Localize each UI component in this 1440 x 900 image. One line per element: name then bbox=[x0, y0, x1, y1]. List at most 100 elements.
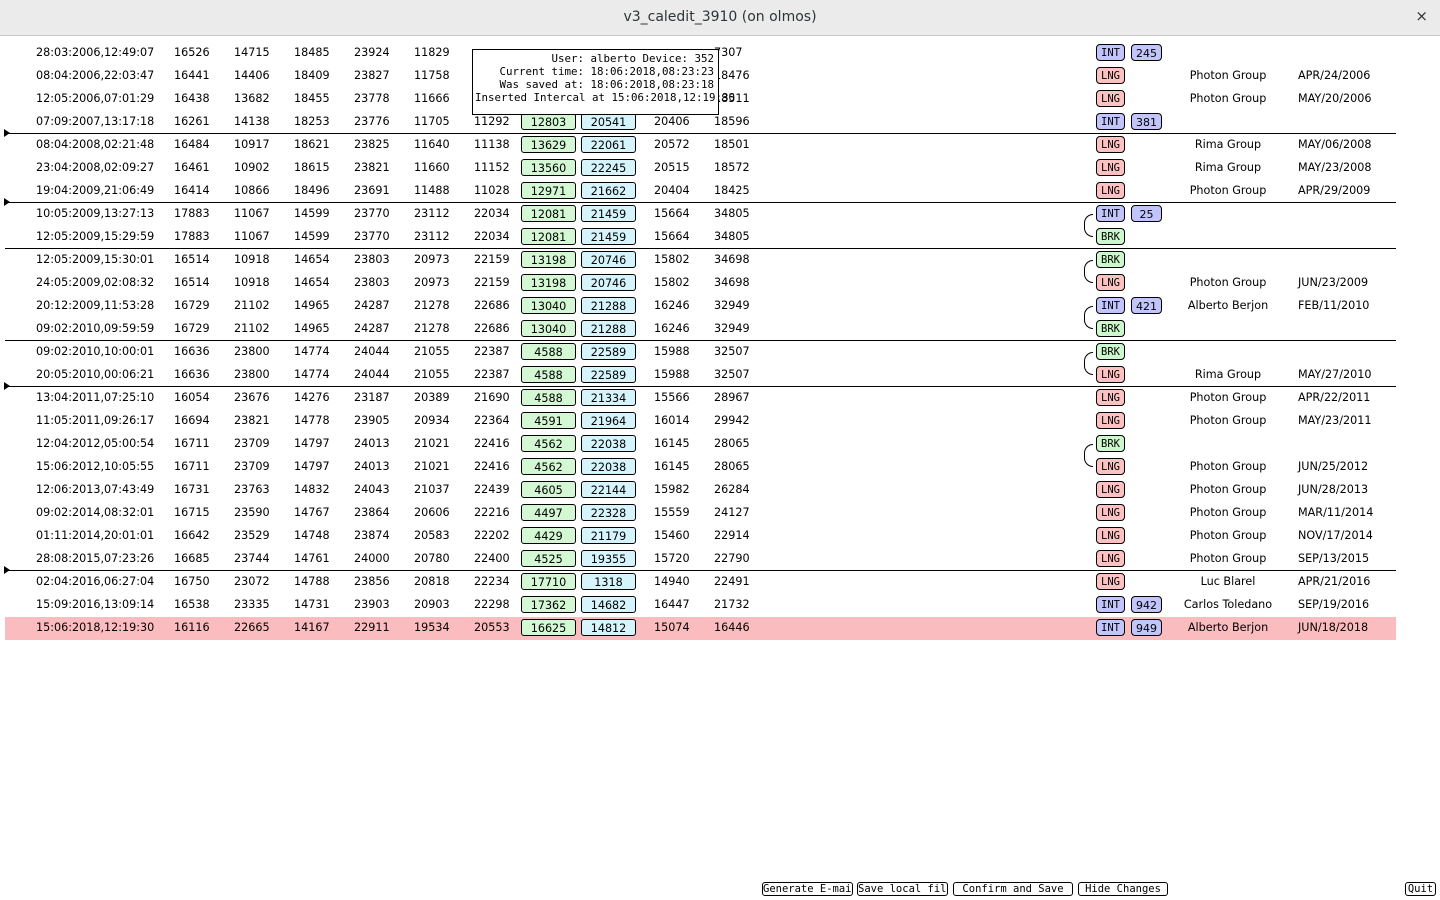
green-value-box[interactable]: 4591 bbox=[521, 412, 576, 429]
type-tag[interactable]: LNG bbox=[1096, 90, 1125, 107]
type-tag[interactable]: LNG bbox=[1096, 458, 1125, 475]
blue-value-box[interactable]: 22245 bbox=[581, 159, 636, 176]
blue-value-box[interactable]: 22061 bbox=[581, 136, 636, 153]
blue-value-box[interactable]: 21964 bbox=[581, 412, 636, 429]
type-tag[interactable]: LNG bbox=[1096, 389, 1125, 406]
blue-value-box[interactable]: 21459 bbox=[581, 205, 636, 222]
green-value-box[interactable]: 13040 bbox=[521, 320, 576, 337]
green-value-box[interactable]: 17710 bbox=[521, 573, 576, 590]
green-value-box[interactable]: 4588 bbox=[521, 366, 576, 383]
type-tag[interactable]: INT bbox=[1096, 297, 1125, 314]
green-value-box[interactable]: 13198 bbox=[521, 251, 576, 268]
green-value-box[interactable]: 4588 bbox=[521, 343, 576, 360]
intercal-number-badge[interactable]: 421 bbox=[1131, 297, 1162, 314]
intercal-number-badge[interactable]: 25 bbox=[1131, 205, 1162, 222]
blue-value-box[interactable]: 22038 bbox=[581, 458, 636, 475]
blue-value-box[interactable]: 22328 bbox=[581, 504, 636, 521]
table-row[interactable]: 12:05:2009,15:30:01 16514 10918 14654 23803 2… bbox=[5, 249, 1396, 272]
green-value-box[interactable]: 13629 bbox=[521, 136, 576, 153]
blue-value-box[interactable]: 1318 bbox=[581, 573, 636, 590]
table-row[interactable]: 15:06:2012,10:05:55 16711 23709 14797 24013 2… bbox=[5, 456, 1396, 479]
type-tag[interactable]: LNG bbox=[1096, 136, 1125, 153]
green-value-box[interactable]: 16625 bbox=[521, 619, 576, 636]
table-row[interactable]: 20:05:2010,00:06:21 16636 23800 14774 24044 2… bbox=[5, 364, 1396, 387]
type-tag[interactable]: BRK bbox=[1096, 228, 1125, 245]
table-row[interactable]: 20:12:2009,11:53:28 16729 21102 14965 24287 2… bbox=[5, 295, 1396, 318]
blue-value-box[interactable]: 21179 bbox=[581, 527, 636, 544]
blue-value-box[interactable]: 14812 bbox=[581, 619, 636, 636]
blue-value-box[interactable]: 19355 bbox=[581, 550, 636, 567]
table-row[interactable]: 19:04:2009,21:06:49 16414 10866 18496 23691 1… bbox=[5, 180, 1396, 203]
selected-table-row[interactable]: 15:06:2018,12:19:30 16116 22665 14167 22911 1… bbox=[5, 617, 1396, 640]
blue-value-box[interactable]: 21288 bbox=[581, 320, 636, 337]
blue-value-box[interactable]: 21334 bbox=[581, 389, 636, 406]
green-value-box[interactable]: 13560 bbox=[521, 159, 576, 176]
confirm-and-save-button[interactable]: Confirm and Save bbox=[953, 882, 1073, 896]
blue-value-box[interactable]: 22144 bbox=[581, 481, 636, 498]
green-value-box[interactable]: 4429 bbox=[521, 527, 576, 544]
type-tag[interactable]: LNG bbox=[1096, 366, 1125, 383]
save-local-file-button[interactable]: Save local file bbox=[857, 882, 948, 896]
table-row[interactable]: 24:05:2009,02:08:32 16514 10918 14654 23803 2… bbox=[5, 272, 1396, 295]
type-tag[interactable]: LNG bbox=[1096, 573, 1125, 590]
type-tag[interactable]: LNG bbox=[1096, 274, 1125, 291]
type-tag[interactable]: LNG bbox=[1096, 182, 1125, 199]
type-tag[interactable]: LNG bbox=[1096, 527, 1125, 544]
green-value-box[interactable]: 12081 bbox=[521, 205, 576, 222]
green-value-box[interactable]: 4525 bbox=[521, 550, 576, 567]
green-value-box[interactable]: 13198 bbox=[521, 274, 576, 291]
blue-value-box[interactable]: 22589 bbox=[581, 343, 636, 360]
table-row[interactable]: 12:06:2013,07:43:49 16731 23763 14832 24043 2… bbox=[5, 479, 1396, 502]
type-tag[interactable]: INT bbox=[1096, 596, 1125, 613]
table-row[interactable]: 13:04:2011,07:25:10 16054 23676 14276 23187 2… bbox=[5, 387, 1396, 410]
quit-button[interactable]: Quit bbox=[1405, 882, 1436, 896]
green-value-box[interactable]: 4588 bbox=[521, 389, 576, 406]
generate-email-button[interactable]: Generate E-mail bbox=[762, 882, 853, 896]
green-value-box[interactable]: 17362 bbox=[521, 596, 576, 613]
intercal-number-badge[interactable]: 942 bbox=[1131, 596, 1162, 613]
table-row[interactable]: 09:02:2014,08:32:01 16715 23590 14767 23864 2… bbox=[5, 502, 1396, 525]
blue-value-box[interactable]: 21662 bbox=[581, 182, 636, 199]
green-value-box[interactable]: 12081 bbox=[521, 228, 576, 245]
type-tag[interactable]: INT bbox=[1096, 205, 1125, 222]
table-row[interactable]: 11:05:2011,09:26:17 16694 23821 14778 23905 2… bbox=[5, 410, 1396, 433]
table-row[interactable]: 08:04:2008,02:21:48 16484 10917 18621 23825 1… bbox=[5, 134, 1396, 157]
intercal-number-badge[interactable]: 949 bbox=[1131, 619, 1162, 636]
blue-value-box[interactable]: 22589 bbox=[581, 366, 636, 383]
type-tag[interactable]: INT bbox=[1096, 113, 1125, 130]
green-value-box[interactable]: 12971 bbox=[521, 182, 576, 199]
table-row[interactable]: 15:09:2016,13:09:14 16538 23335 14731 23903 2… bbox=[5, 594, 1396, 617]
blue-value-box[interactable]: 21288 bbox=[581, 297, 636, 314]
type-tag[interactable]: INT bbox=[1096, 619, 1125, 636]
table-row[interactable]: 12:04:2012,05:00:54 16711 23709 14797 24013 2… bbox=[5, 433, 1396, 456]
blue-value-box[interactable]: 21459 bbox=[581, 228, 636, 245]
table-row[interactable]: 23:04:2008,02:09:27 16461 10902 18615 23821 1… bbox=[5, 157, 1396, 180]
table-row[interactable]: 02:04:2016,06:27:04 16750 23072 14788 23856 2… bbox=[5, 571, 1396, 594]
table-row[interactable]: 09:02:2010,09:59:59 16729 21102 14965 24287 2… bbox=[5, 318, 1396, 341]
intercal-number-badge[interactable]: 381 bbox=[1131, 113, 1162, 130]
type-tag[interactable]: INT bbox=[1096, 44, 1125, 61]
table-row[interactable]: 09:02:2010,10:00:01 16636 23800 14774 24044 2… bbox=[5, 341, 1396, 364]
type-tag[interactable]: BRK bbox=[1096, 320, 1125, 337]
type-tag[interactable]: LNG bbox=[1096, 504, 1125, 521]
blue-value-box[interactable]: 14682 bbox=[581, 596, 636, 613]
type-tag[interactable]: LNG bbox=[1096, 67, 1125, 84]
table-row[interactable]: 28:08:2015,07:23:26 16685 23744 14761 24000 2… bbox=[5, 548, 1396, 571]
hide-changes-button[interactable]: Hide Changes bbox=[1078, 882, 1168, 896]
table-row[interactable]: 10:05:2009,13:27:13 17883 11067 14599 23770 2… bbox=[5, 203, 1396, 226]
type-tag[interactable]: BRK bbox=[1096, 435, 1125, 452]
intercal-number-badge[interactable]: 245 bbox=[1131, 44, 1162, 61]
green-value-box[interactable]: 12803 bbox=[521, 113, 576, 130]
type-tag[interactable]: LNG bbox=[1096, 159, 1125, 176]
green-value-box[interactable]: 13040 bbox=[521, 297, 576, 314]
blue-value-box[interactable]: 20746 bbox=[581, 251, 636, 268]
table-row[interactable]: 01:11:2014,20:01:01 16642 23529 14748 23874 2… bbox=[5, 525, 1396, 548]
green-value-box[interactable]: 4562 bbox=[521, 435, 576, 452]
blue-value-box[interactable]: 22038 bbox=[581, 435, 636, 452]
type-tag[interactable]: LNG bbox=[1096, 412, 1125, 429]
green-value-box[interactable]: 4605 bbox=[521, 481, 576, 498]
green-value-box[interactable]: 4497 bbox=[521, 504, 576, 521]
type-tag[interactable]: BRK bbox=[1096, 343, 1125, 360]
type-tag[interactable]: BRK bbox=[1096, 251, 1125, 268]
blue-value-box[interactable]: 20541 bbox=[581, 113, 636, 130]
